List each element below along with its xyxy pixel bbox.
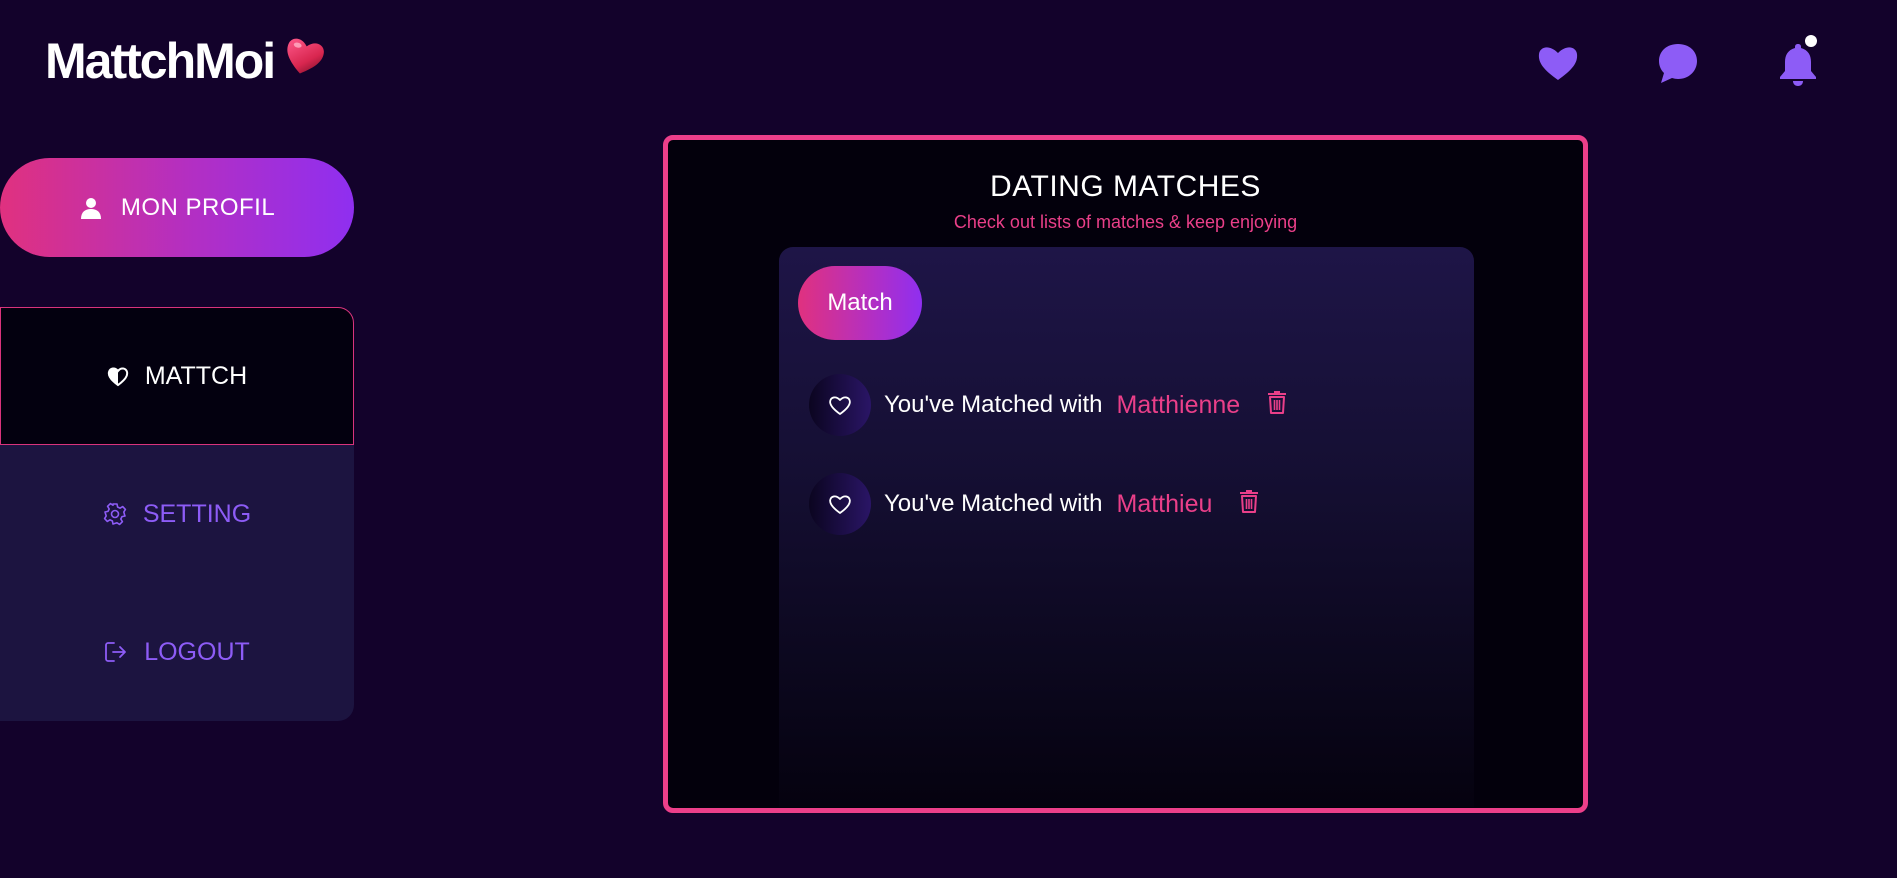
sidebar-item-setting[interactable]: SETTING <box>0 445 354 583</box>
page-subtitle: Check out lists of matches & keep enjoyi… <box>953 212 1298 232</box>
logo-text: MattchMoi <box>45 33 276 89</box>
sidebar-item-label: LOGOUT <box>144 637 250 666</box>
avatar <box>809 473 871 535</box>
heart-outline-icon <box>829 495 851 514</box>
logo[interactable]: MattchMoi <box>45 36 326 86</box>
page-title: DATING MATCHES <box>990 170 1261 203</box>
bell-icon[interactable] <box>1775 35 1821 86</box>
sidebar-item-logout[interactable]: LOGOUT <box>0 583 354 721</box>
heart-outline-icon <box>829 396 851 415</box>
list-item: You've Matched with Matthienne <box>809 372 1449 438</box>
sidebar-nav: MATTCH SETTING LOGOUT <box>0 307 354 721</box>
trash-icon[interactable] <box>1238 488 1260 514</box>
matches-panel: DATING MATCHES Check out lists of matche… <box>663 135 1588 813</box>
trash-icon[interactable] <box>1266 389 1288 415</box>
matches-list-container: Match You've Matched with Matthienne You… <box>779 247 1474 807</box>
sidebar-item-label: MATTCH <box>144 361 248 390</box>
mon-profil-button[interactable]: MON PROFIL <box>0 158 354 257</box>
match-name[interactable]: Matthienne <box>1117 391 1241 420</box>
mon-profil-label: MON PROFIL <box>120 193 276 221</box>
logout-icon <box>104 640 128 664</box>
sidebar-item-label: SETTING <box>142 499 252 528</box>
list-item: You've Matched with Matthieu <box>809 471 1449 537</box>
avatar <box>809 374 871 436</box>
gear-icon <box>103 502 127 526</box>
logo-heart-icon <box>282 34 326 85</box>
app-root: MattchMoi MON PROFIL MATTCH SETTING LOGO… <box>0 0 1897 878</box>
header-icons <box>1535 35 1825 90</box>
heart-icon[interactable] <box>1535 40 1581 86</box>
match-name[interactable]: Matthieu <box>1117 490 1213 519</box>
match-text: You've Matched with <box>884 490 1103 517</box>
chat-bubble-icon[interactable] <box>1655 40 1701 86</box>
sidebar-item-mattch[interactable]: MATTCH <box>0 307 354 445</box>
match-text: You've Matched with <box>884 391 1103 418</box>
tab-match[interactable]: Match <box>798 266 922 340</box>
user-icon <box>79 196 103 220</box>
notification-dot <box>1805 35 1817 47</box>
heart-shield-icon <box>107 365 129 387</box>
